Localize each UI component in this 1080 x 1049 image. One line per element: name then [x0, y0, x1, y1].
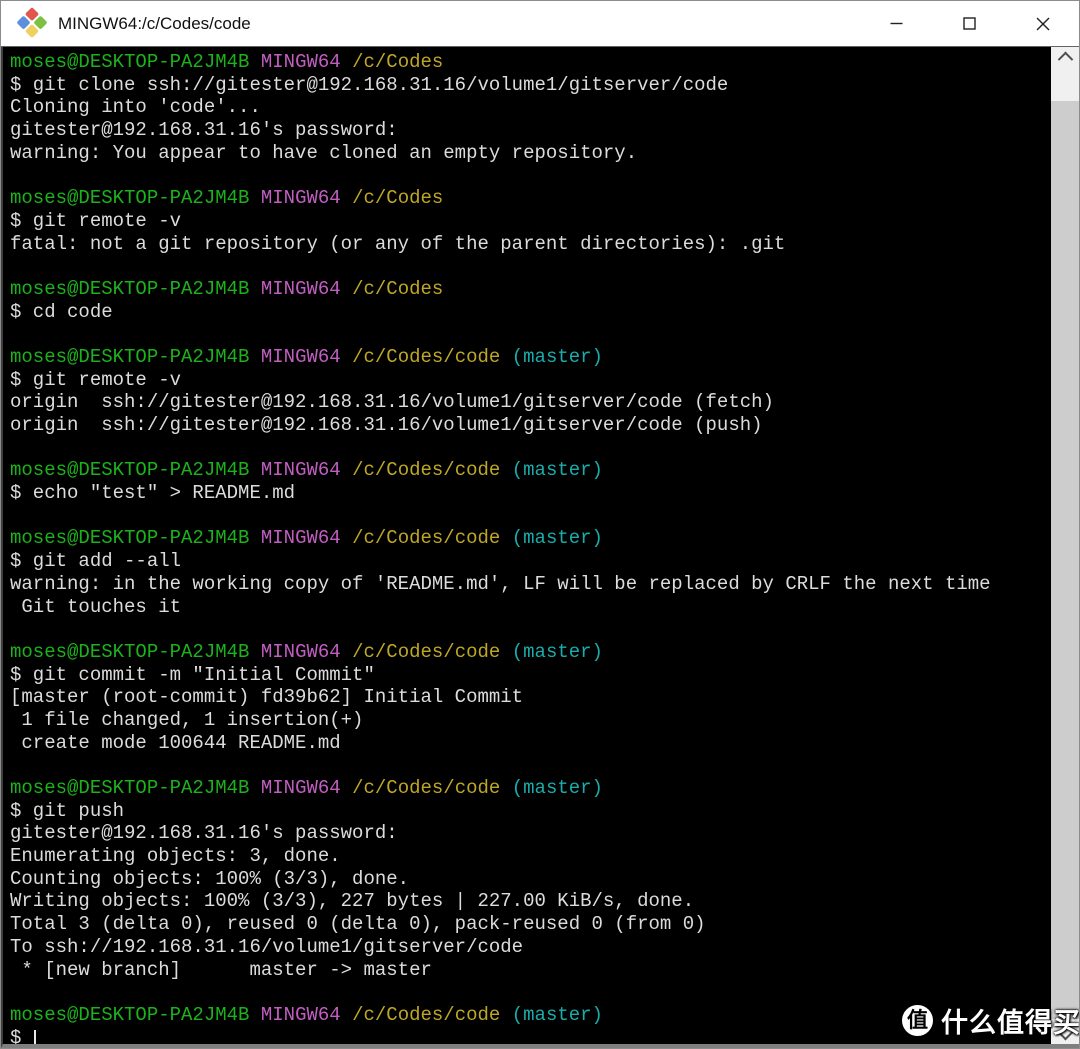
terminal-line: $ echo "test" > README.md	[10, 482, 296, 505]
scroll-down-button[interactable]	[1051, 1024, 1079, 1044]
terminal-line: $ git commit -m "Initial Commit"	[10, 663, 375, 686]
terminal-line: $	[10, 1027, 1051, 1044]
scrollbar[interactable]	[1051, 47, 1079, 1044]
terminal-line: moses@DESKTOP-PA2JM4B MINGW64 /c/Codes/c…	[10, 777, 603, 799]
terminal-line: $ git remote -v	[10, 368, 182, 391]
title-bar[interactable]: MINGW64:/c/Codes/code	[1, 1, 1079, 47]
terminal-line: warning: You appear to have cloned an em…	[10, 141, 638, 164]
maximize-button[interactable]	[933, 1, 1006, 46]
minimize-button[interactable]	[860, 1, 933, 46]
minimize-icon	[890, 22, 903, 25]
terminal-line: 1 file changed, 1 insertion(+)	[10, 708, 364, 731]
terminal-line: $ git remote -v	[10, 209, 182, 232]
chevron-up-icon	[1057, 51, 1073, 67]
terminal-line: $ git add --all	[10, 550, 182, 573]
maximize-icon	[963, 17, 976, 30]
terminal-line: Cloning into 'code'...	[10, 96, 261, 119]
terminal-line: gitester@192.168.31.16's password:	[10, 822, 398, 845]
terminal-output[interactable]: moses@DESKTOP-PA2JM4B MINGW64 /c/Codes $ …	[3, 47, 1051, 1044]
terminal-line: moses@DESKTOP-PA2JM4B MINGW64 /c/Codes	[10, 51, 444, 73]
terminal-line: warning: in the working copy of 'README.…	[10, 572, 991, 595]
window-title: MINGW64:/c/Codes/code	[58, 13, 251, 33]
terminal-line: $ git push	[10, 799, 125, 822]
close-button[interactable]	[1006, 1, 1079, 46]
terminal-line: moses@DESKTOP-PA2JM4B MINGW64 /c/Codes/c…	[10, 1003, 603, 1026]
terminal-line: * [new branch] master -> master	[10, 958, 432, 981]
terminal-line: origin ssh://gitester@192.168.31.16/volu…	[10, 391, 774, 414]
terminal-line: $ cd code	[10, 300, 113, 323]
terminal-line: moses@DESKTOP-PA2JM4B MINGW64 /c/Codes/c…	[10, 459, 603, 482]
terminal-line: moses@DESKTOP-PA2JM4B MINGW64 /c/Codes	[10, 187, 444, 210]
terminal-body: moses@DESKTOP-PA2JM4B MINGW64 /c/Codes $ …	[1, 47, 1079, 1048]
terminal-line: moses@DESKTOP-PA2JM4B MINGW64 /c/Codes/c…	[10, 640, 603, 663]
scroll-up-button[interactable]	[1051, 47, 1079, 67]
terminal-line: origin ssh://gitester@192.168.31.16/volu…	[10, 414, 763, 436]
mingw-app-icon	[15, 6, 49, 41]
terminal-line: Enumerating objects: 3, done.	[10, 845, 341, 868]
terminal-line: Writing objects: 100% (3/3), 227 bytes |…	[10, 890, 695, 913]
terminal-line: Git touches it	[10, 595, 182, 618]
terminal-line: moses@DESKTOP-PA2JM4B MINGW64 /c/Codes	[10, 277, 444, 300]
terminal-line: Total 3 (delta 0), reused 0 (delta 0), p…	[10, 913, 706, 936]
terminal-line: Counting objects: 100% (3/3), done.	[10, 867, 410, 890]
scrollbar-thumb[interactable]	[1051, 101, 1079, 1019]
text-cursor	[33, 1029, 36, 1044]
terminal-line: create mode 100644 README.md	[10, 731, 341, 754]
terminal-line: moses@DESKTOP-PA2JM4B MINGW64 /c/Codes/c…	[10, 527, 603, 550]
terminal-line: To ssh://192.168.31.16/volume1/gitserver…	[10, 935, 524, 958]
window-controls	[860, 1, 1079, 46]
terminal-window: MINGW64:/c/Codes/code moses@DESKTOP-PA2J…	[0, 0, 1080, 1049]
terminal-line: gitester@192.168.31.16's password:	[10, 119, 398, 142]
terminal-line: [master (root-commit) fd39b62] Initial C…	[10, 686, 524, 709]
chevron-down-icon	[1057, 1024, 1073, 1040]
terminal-line: fatal: not a git repository (or any of t…	[10, 232, 786, 255]
terminal-line: moses@DESKTOP-PA2JM4B MINGW64 /c/Codes/c…	[10, 345, 603, 368]
close-icon	[1036, 17, 1049, 30]
terminal-line: $ git clone ssh://gitester@192.168.31.16…	[10, 73, 729, 96]
